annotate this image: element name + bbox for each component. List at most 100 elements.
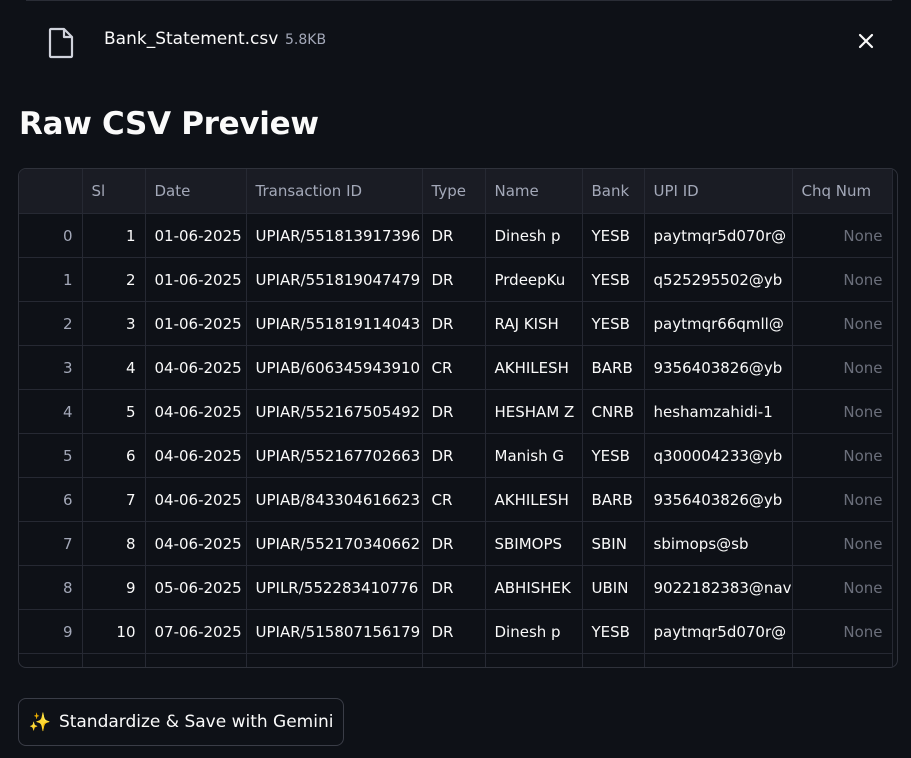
cell-chq-num[interactable]: None xyxy=(792,257,893,302)
cell-chq-num[interactable]: None xyxy=(792,609,893,654)
cell-index[interactable]: 2 xyxy=(19,301,83,346)
cell-type[interactable]: DR xyxy=(422,257,486,302)
cell-upi-id[interactable]: 9356403826@yb xyxy=(644,345,793,390)
cell-index[interactable]: 6 xyxy=(19,477,83,522)
cell-transaction-id[interactable]: UPIAR/551819047479 xyxy=(246,257,423,302)
cell-name[interactable]: Dinesh p xyxy=(485,609,583,654)
column-header-type[interactable]: Type xyxy=(422,169,486,214)
cell-transaction-id[interactable]: UPIAR/552167505492 xyxy=(246,389,423,434)
cell-name[interactable]: AKHILESH xyxy=(485,477,583,522)
cell-type[interactable]: DR xyxy=(422,433,486,478)
cell-name[interactable]: HESHAM Z xyxy=(485,389,583,434)
cell-upi-id[interactable]: q525295502@yb xyxy=(644,257,793,302)
cell-index[interactable]: 9 xyxy=(19,609,83,654)
column-header-bank[interactable]: Bank xyxy=(582,169,645,214)
cell-index[interactable]: 4 xyxy=(19,389,83,434)
cell-bank[interactable]: YESB xyxy=(582,609,645,654)
cell-type[interactable]: CR xyxy=(422,345,486,390)
cell-transaction-id[interactable]: UPIAB/843304616623 xyxy=(246,477,423,522)
cell-chq-num[interactable]: None xyxy=(792,433,893,478)
cell-index[interactable]: 1 xyxy=(19,257,83,302)
cell-sl[interactable]: 2 xyxy=(82,257,146,302)
cell-type[interactable]: CR xyxy=(422,477,486,522)
column-header-index[interactable] xyxy=(19,169,83,214)
cell-bank[interactable]: YESB xyxy=(582,213,645,258)
cell-date[interactable]: 07-06-2025 xyxy=(145,609,247,654)
cell-sl[interactable]: 10 xyxy=(82,609,146,654)
cell-transaction-id[interactable]: UPIAR/515807156179 xyxy=(246,609,423,654)
cell-bank[interactable]: SBIN xyxy=(582,521,645,566)
cell-index[interactable]: 7 xyxy=(19,521,83,566)
cell-type[interactable]: DR xyxy=(422,565,486,610)
cell-sl[interactable]: 9 xyxy=(82,565,146,610)
column-header-date[interactable]: Date xyxy=(145,169,247,214)
cell-bank[interactable]: YESB xyxy=(582,301,645,346)
cell-upi-id[interactable]: sbimops@sb xyxy=(644,521,793,566)
cell-name[interactable]: SBIMOPS xyxy=(485,521,583,566)
cell-sl[interactable]: 1 xyxy=(82,213,146,258)
cell-sl[interactable]: 8 xyxy=(82,521,146,566)
cell-sl[interactable]: 7 xyxy=(82,477,146,522)
cell-sl[interactable]: 5 xyxy=(82,389,146,434)
cell-bank[interactable]: UBIN xyxy=(582,565,645,610)
cell-sl[interactable]: 6 xyxy=(82,433,146,478)
cell-chq-num[interactable]: None xyxy=(792,521,893,566)
cell-date[interactable]: 04-06-2025 xyxy=(145,477,247,522)
cell-type[interactable]: DR xyxy=(422,301,486,346)
cell-chq-num[interactable]: None xyxy=(792,345,893,390)
cell-name[interactable]: RAJ KISH xyxy=(485,301,583,346)
cell-chq-num[interactable]: None xyxy=(792,213,893,258)
cell-sl[interactable]: 4 xyxy=(82,345,146,390)
csv-preview-table[interactable]: Sl Date Transaction ID Type Name Bank UP… xyxy=(18,168,898,668)
cell-transaction-id[interactable]: UPIAR/552170340662 xyxy=(246,521,423,566)
cell-sl[interactable]: 3 xyxy=(82,301,146,346)
cell-name[interactable]: AKHILESH xyxy=(485,345,583,390)
cell-upi-id[interactable]: paytmqr66qmll@ xyxy=(644,301,793,346)
cell-chq-num[interactable]: None xyxy=(792,477,893,522)
cell-type[interactable]: DR xyxy=(422,521,486,566)
cell-transaction-id[interactable]: UPIAR/551819114043 xyxy=(246,301,423,346)
cell-bank[interactable]: YESB xyxy=(582,257,645,302)
cell-upi-id[interactable]: paytmqr5d070r@ xyxy=(644,609,793,654)
cell-index[interactable]: 3 xyxy=(19,345,83,390)
cell-upi-id[interactable]: heshamzahidi-1 xyxy=(644,389,793,434)
cell-date[interactable]: 05-06-2025 xyxy=(145,565,247,610)
cell-chq-num[interactable]: None xyxy=(792,301,893,346)
cell-date[interactable]: 01-06-2025 xyxy=(145,213,247,258)
cell-date[interactable]: 01-06-2025 xyxy=(145,301,247,346)
cell-type[interactable]: DR xyxy=(422,389,486,434)
column-header-sl[interactable]: Sl xyxy=(82,169,146,214)
cell-upi-id[interactable]: paytmqr5d070r@ xyxy=(644,213,793,258)
standardize-save-button[interactable]: ✨ Standardize & Save with Gemini xyxy=(18,698,344,746)
cell-name[interactable]: ABHISHEK xyxy=(485,565,583,610)
cell-upi-id[interactable]: q300004233@yb xyxy=(644,433,793,478)
cell-index[interactable]: 8 xyxy=(19,565,83,610)
cell-bank[interactable]: BARB xyxy=(582,345,645,390)
cell-bank[interactable]: YESB xyxy=(582,433,645,478)
column-header-name[interactable]: Name xyxy=(485,169,583,214)
cell-chq-num[interactable]: None xyxy=(792,565,893,610)
cell-type[interactable]: DR xyxy=(422,213,486,258)
cell-bank[interactable]: CNRB xyxy=(582,389,645,434)
column-header-upi-id[interactable]: UPI ID xyxy=(644,169,793,214)
cell-transaction-id[interactable]: UPIAB/606345943910 xyxy=(246,345,423,390)
cell-upi-id[interactable]: 9356403826@yb xyxy=(644,477,793,522)
cell-index[interactable]: 0 xyxy=(19,213,83,258)
cell-date[interactable]: 01-06-2025 xyxy=(145,257,247,302)
cell-transaction-id[interactable]: UPILR/552283410776 xyxy=(246,565,423,610)
cell-name[interactable]: Dinesh p xyxy=(485,213,583,258)
cell-bank[interactable]: BARB xyxy=(582,477,645,522)
cell-chq-num[interactable]: None xyxy=(792,389,893,434)
cell-date[interactable]: 04-06-2025 xyxy=(145,389,247,434)
cell-name[interactable]: PrdeepKu xyxy=(485,257,583,302)
cell-index[interactable]: 5 xyxy=(19,433,83,478)
cell-date[interactable]: 04-06-2025 xyxy=(145,521,247,566)
column-header-transaction-id[interactable]: Transaction ID xyxy=(246,169,423,214)
cell-type[interactable]: DR xyxy=(422,609,486,654)
cell-name[interactable]: Manish G xyxy=(485,433,583,478)
close-icon[interactable] xyxy=(852,27,880,55)
cell-date[interactable]: 04-06-2025 xyxy=(145,345,247,390)
cell-transaction-id[interactable]: UPIAR/551813917396 xyxy=(246,213,423,258)
cell-upi-id[interactable]: 9022182383@nav xyxy=(644,565,793,610)
cell-date[interactable]: 04-06-2025 xyxy=(145,433,247,478)
